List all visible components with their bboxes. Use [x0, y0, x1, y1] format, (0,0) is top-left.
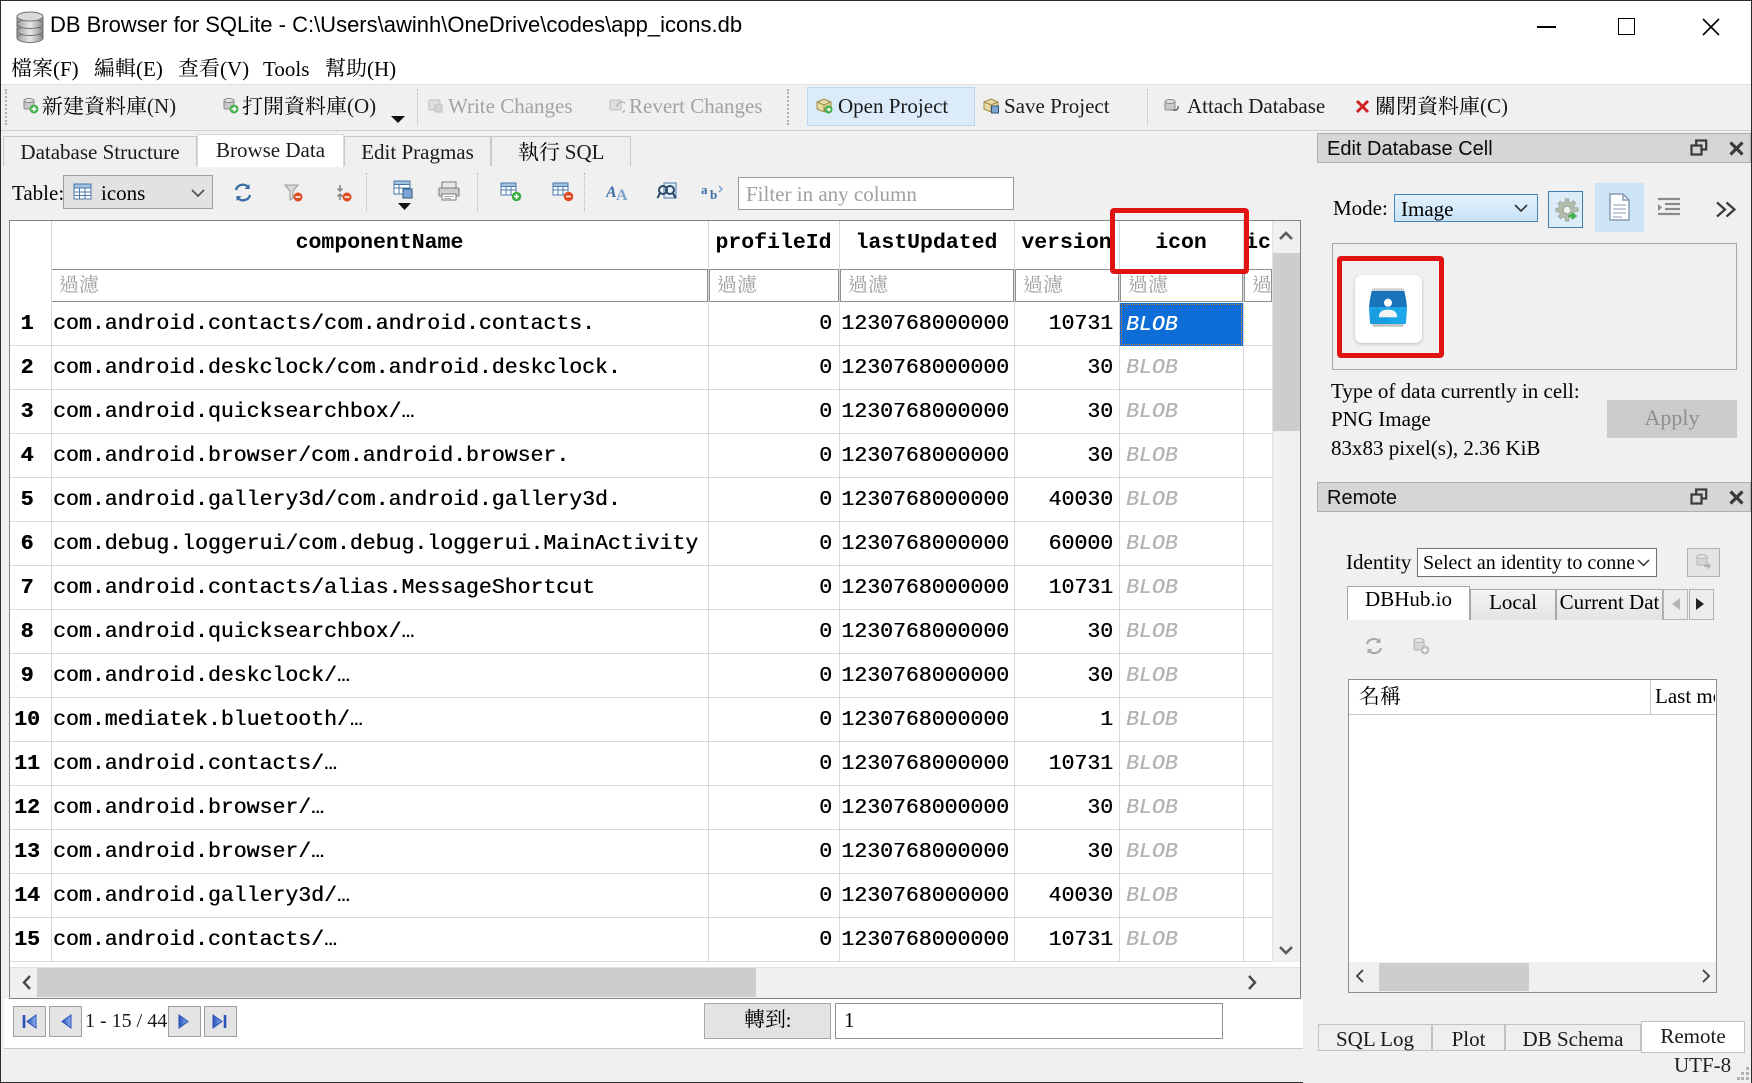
- svg-text:b: b: [710, 187, 717, 202]
- svg-text:a: a: [701, 182, 708, 197]
- svg-text:A: A: [616, 187, 628, 202]
